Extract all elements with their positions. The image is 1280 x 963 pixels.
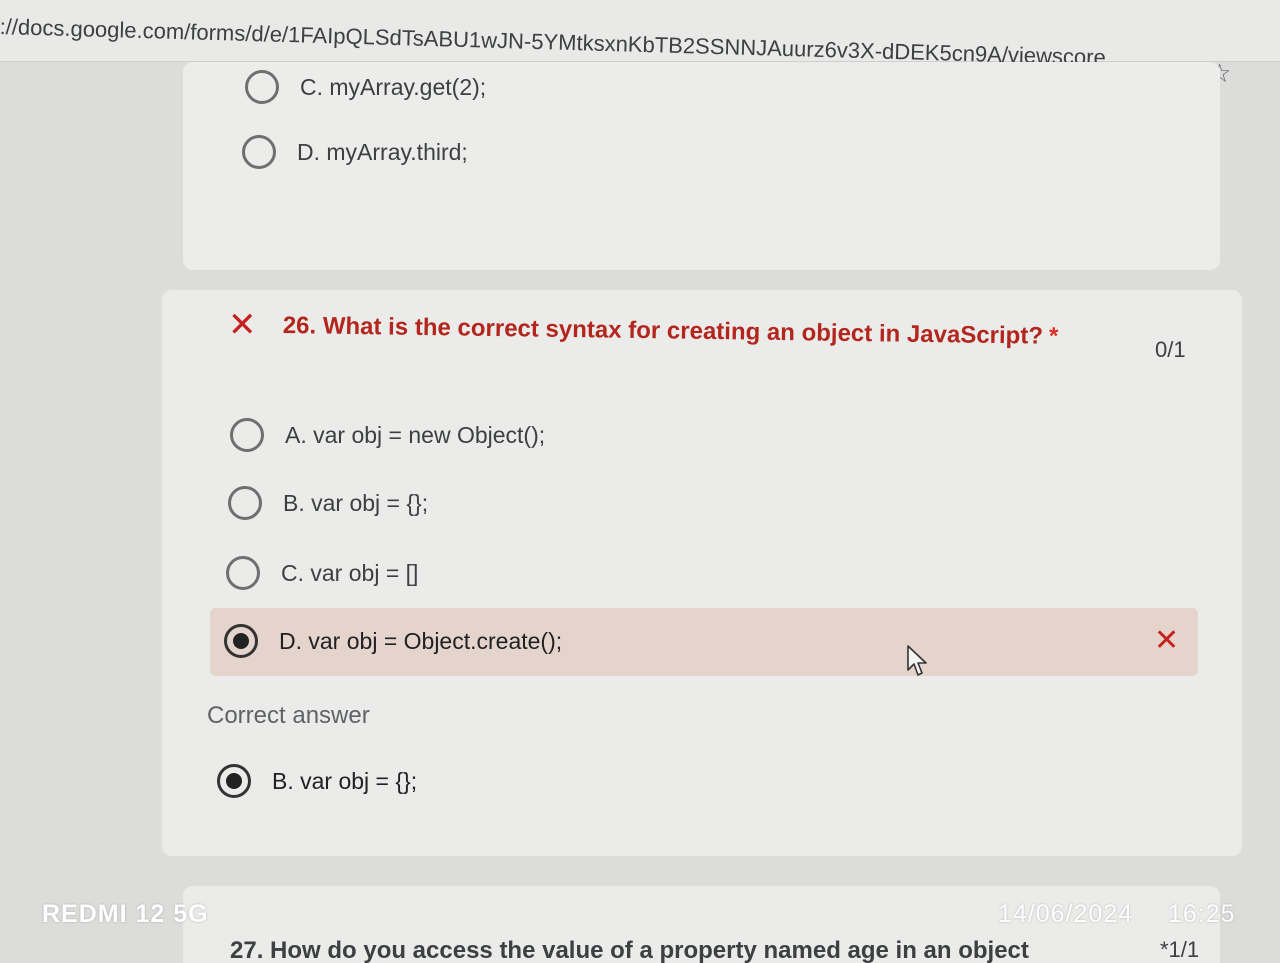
option-b[interactable]: B. var obj = {}; [228,486,428,520]
mouse-cursor-icon [907,645,927,676]
radio-button[interactable] [245,70,279,104]
option-label: C. var obj = [] [281,559,419,586]
option-c[interactable]: C. myArray.get(2); [245,70,486,104]
device-watermark: REDMI 12 5G [42,900,209,928]
required-asterisk: * [1048,322,1059,350]
next-question-score: *1/1 [1160,937,1200,962]
next-question-title: 27. How do you access the value of a pro… [230,937,1029,963]
option-label: B. var obj = {}; [283,489,429,516]
incorrect-answer-x-icon: ✕ [1154,624,1180,657]
option-label: D. myArray.third; [297,138,468,165]
radio-button[interactable] [226,556,260,590]
address-bar[interactable]: ://docs.google.com/forms/d/e/1FAIpQLSdTs… [0,0,1280,70]
correct-answer-option: B. var obj = {}; [217,764,417,798]
option-d[interactable]: D. myArray.third; [242,135,468,169]
radio-button[interactable] [230,418,264,452]
option-label: C. myArray.get(2); [300,73,487,100]
radio-button[interactable] [242,135,276,169]
radio-button[interactable] [228,486,262,520]
correct-answer-text: B. var obj = {}; [272,767,418,794]
incorrect-x-icon: ✕ [228,306,257,344]
option-label: D. var obj = Object.create(); [279,627,563,654]
option-a[interactable]: A. var obj = new Object(); [230,418,545,452]
radio-button-checked [217,764,251,798]
correct-answer-label: Correct answer [207,702,370,729]
date-watermark: 14/06/2024 [998,900,1134,928]
time-watermark: 16:25 [1168,900,1236,928]
option-c[interactable]: C. var obj = [] [226,556,418,590]
option-d[interactable]: D. var obj = Object.create(); [224,624,562,658]
radio-button-checked[interactable] [224,624,258,658]
option-label: A. var obj = new Object(); [285,421,546,448]
question-score: 0/1 [1155,337,1186,362]
